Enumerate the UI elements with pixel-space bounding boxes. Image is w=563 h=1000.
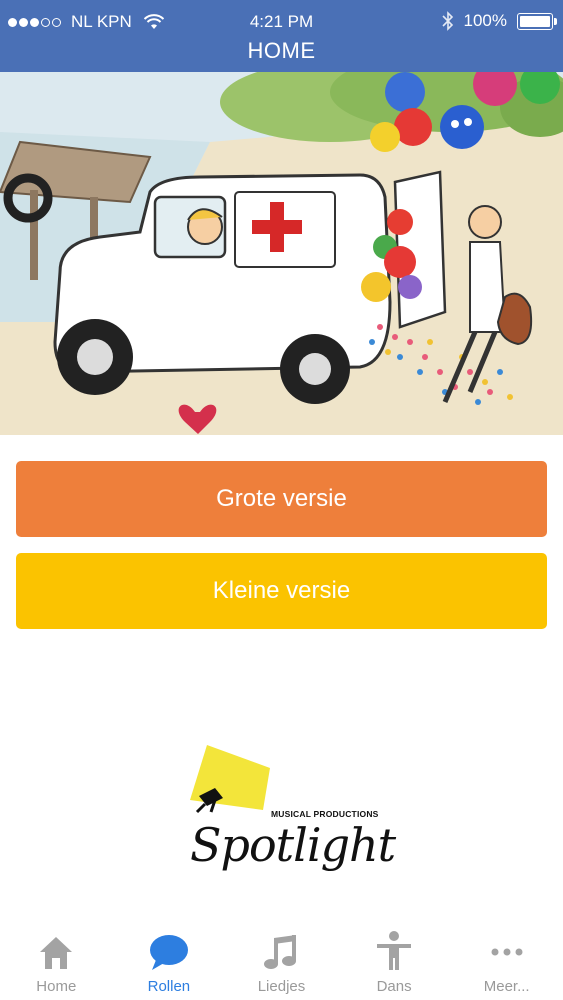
tab-label-dans: Dans <box>376 978 412 995</box>
tab-home[interactable]: Home <box>0 922 112 995</box>
bluetooth-icon <box>441 11 453 31</box>
battery-icon <box>517 12 557 30</box>
kleine-versie-label: Kleine versie <box>212 577 351 604</box>
kleine-versie-button[interactable]: Kleine versie <box>16 553 547 629</box>
tab-rollen[interactable]: Rollen <box>113 922 225 995</box>
more-dots-icon <box>485 930 529 974</box>
hero-image <box>0 72 563 435</box>
grote-versie-button[interactable]: Grote versie <box>16 461 547 537</box>
tab-dans[interactable]: Dans <box>338 922 450 995</box>
tab-label-rollen: Rollen <box>147 978 191 995</box>
tab-meer[interactable]: Meer... <box>451 922 563 995</box>
speech-bubble-icon <box>147 930 191 974</box>
header: NL KPN 4:21 PM 100% HOME <box>0 0 563 72</box>
person-icon <box>372 930 416 974</box>
status-right: 100% <box>441 11 557 31</box>
ambulance-illustration-icon <box>0 72 563 435</box>
home-icon <box>34 930 78 974</box>
page-title: HOME <box>247 38 316 63</box>
status-bar: NL KPN 4:21 PM 100% <box>0 0 563 40</box>
battery-percent: 100% <box>463 11 507 30</box>
tab-label-liedjes: Liedjes <box>257 978 306 995</box>
tab-label-meer: Meer... <box>483 978 530 995</box>
grote-versie-label: Grote versie <box>216 485 347 512</box>
tab-label-home: Home <box>36 978 77 995</box>
logo-wordmark: Spotlight <box>190 818 396 872</box>
tab-bar: Home Rollen Liedjes Dans Meer... <box>0 922 563 1000</box>
tab-liedjes[interactable]: Liedjes <box>225 922 337 995</box>
music-note-icon <box>259 930 303 974</box>
